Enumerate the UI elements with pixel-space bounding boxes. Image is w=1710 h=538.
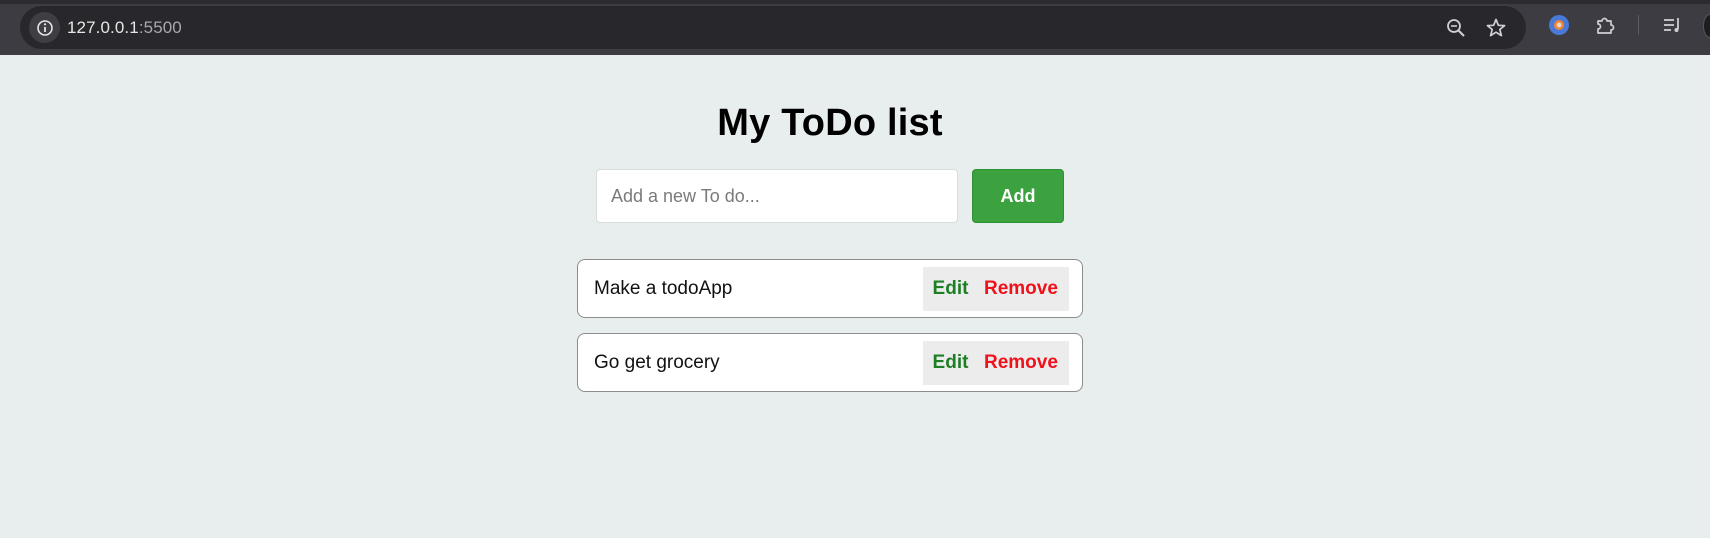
- remove-button[interactable]: Remove: [978, 341, 1069, 385]
- page-title: My ToDo list: [717, 102, 943, 144]
- url-port: :5500: [138, 18, 182, 37]
- browser-toolbar: 127.0.0.1:5500: [0, 0, 1710, 55]
- todo-text: Make a todoApp: [594, 278, 733, 299]
- bookmark-star-icon[interactable]: [1483, 15, 1509, 41]
- url-host: 127.0.0.1: [67, 18, 139, 37]
- remove-button[interactable]: Remove: [978, 267, 1069, 311]
- new-todo-input[interactable]: [596, 169, 958, 223]
- extension-profile-icon[interactable]: [1546, 12, 1572, 38]
- edit-button[interactable]: Edit: [923, 267, 978, 311]
- extensions-puzzle-icon[interactable]: [1592, 12, 1618, 38]
- todo-actions: Edit Remove: [923, 267, 1069, 311]
- address-bar[interactable]: 127.0.0.1:5500: [20, 6, 1526, 49]
- todo-text: Go get grocery: [594, 352, 720, 373]
- toolbar-separator: [1638, 15, 1639, 35]
- zoom-out-icon[interactable]: [1443, 15, 1469, 41]
- todo-item: Go get grocery Edit Remove: [577, 333, 1083, 392]
- profile-avatar[interactable]: [1703, 14, 1710, 38]
- add-button[interactable]: Add: [972, 169, 1064, 223]
- reading-list-icon[interactable]: [1659, 12, 1685, 38]
- info-icon: [36, 19, 53, 36]
- todo-actions: Edit Remove: [923, 341, 1069, 385]
- url-text[interactable]: 127.0.0.1:5500: [67, 6, 182, 49]
- todo-item: Make a todoApp Edit Remove: [577, 259, 1083, 318]
- site-info-button[interactable]: [29, 12, 60, 43]
- todo-list: Make a todoApp Edit Remove Go get grocer…: [577, 259, 1083, 407]
- edit-button[interactable]: Edit: [923, 341, 978, 385]
